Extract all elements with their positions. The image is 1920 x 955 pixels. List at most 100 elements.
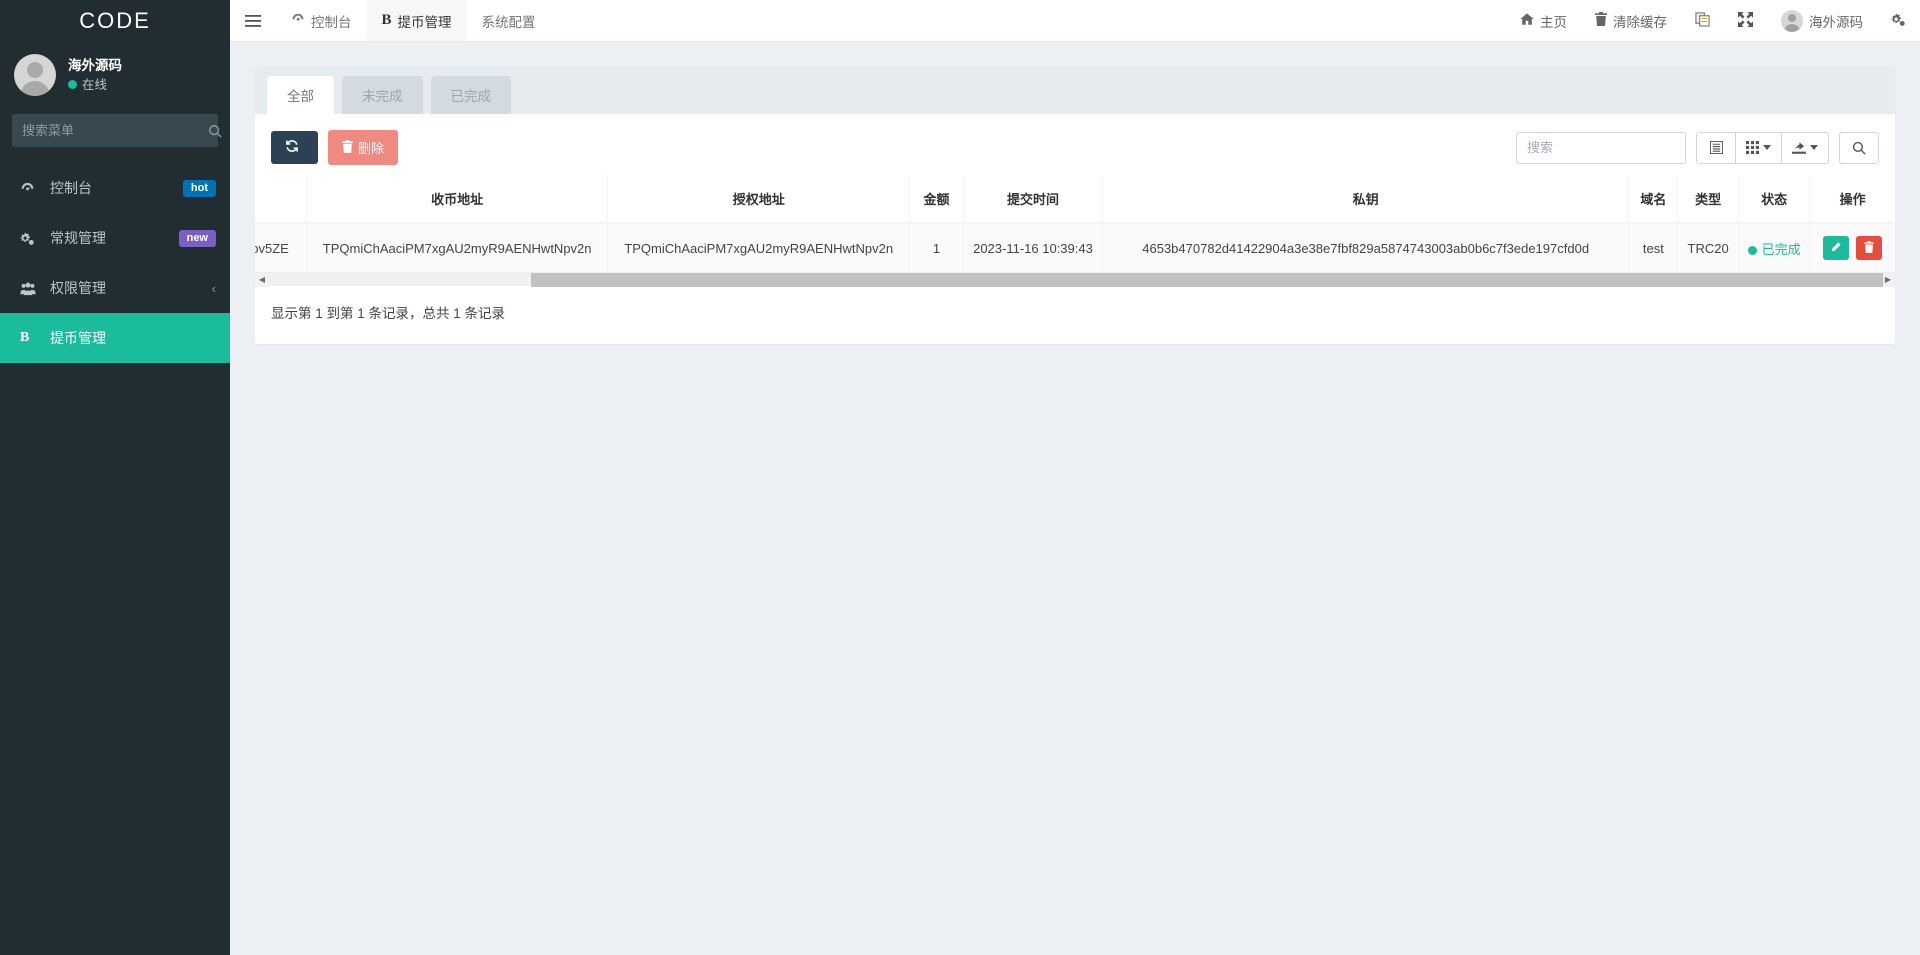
sidebar-item-label: 控制台 [50, 180, 92, 196]
sidebar-item-console[interactable]: 控制台 hot [0, 163, 230, 213]
export-icon[interactable] [1781, 131, 1829, 164]
sidebar-item-label: 提币管理 [50, 330, 106, 346]
user-panel[interactable]: 海外源码 在线 [0, 42, 230, 108]
col-type[interactable]: 类型 [1677, 175, 1739, 224]
tab-incomplete[interactable]: 未完成 [342, 76, 423, 114]
grid-icon[interactable] [1735, 131, 1782, 164]
brand-text: CODE [79, 8, 151, 33]
sidebar-item-label: 常规管理 [50, 230, 106, 246]
cell-amount: 1 [908, 222, 964, 272]
row-edit-button[interactable] [1822, 236, 1849, 260]
list-icon[interactable] [1696, 131, 1736, 164]
scrollbar-thumb[interactable] [531, 272, 1883, 287]
topbar-settings[interactable] [1877, 0, 1920, 41]
tab-complete[interactable]: 已完成 [430, 76, 511, 114]
horizontal-scrollbar[interactable]: ◀ ▶ [255, 272, 1895, 287]
topbar-fullscreen[interactable] [1724, 0, 1767, 41]
status-label: 已完成 [1761, 241, 1801, 257]
col-submit-time[interactable]: 提交时间 [963, 175, 1103, 224]
sidebar: CODE 海外源码 在线 搜索菜单 控制台 hot 常规管理 new 权限管理 … [0, 0, 230, 955]
row-delete-button[interactable] [1856, 236, 1883, 260]
search-icon[interactable] [208, 114, 222, 147]
col-domain[interactable]: 域名 [1628, 175, 1678, 224]
dashboard-icon [20, 181, 44, 196]
topbar-clear-cache-label: 清除缓存 [1613, 14, 1667, 30]
topbar-user[interactable]: 海外源码 [1767, 0, 1877, 41]
search-icon[interactable] [1839, 131, 1879, 164]
cell-submit-time: 2023-11-16 10:39:43 [963, 222, 1103, 272]
clone-icon [1695, 11, 1710, 30]
cell-first: MZSMbv5ZE [255, 222, 307, 272]
delete-button[interactable]: 删除 [328, 130, 399, 165]
users-icon [20, 281, 44, 296]
topbar: 控制台 B 提币管理 系统配置 主页 清除缓存 海外源码 [230, 0, 1920, 42]
gear-icon [1891, 12, 1906, 30]
topbar-clear-cache[interactable]: 清除缓存 [1581, 0, 1681, 41]
topbar-tab-label: 系统配置 [481, 14, 536, 30]
home-icon [1520, 12, 1534, 29]
content: 全部 未完成 已完成 删除 搜索 收币地址 授权地址 金额 提交时间 私钥 域名… [230, 42, 1920, 955]
table-row[interactable]: MZSMbv5ZE TPQmiChAaciPM7xgAU2myR9AENHwtN… [255, 222, 1895, 272]
pencil-icon [1830, 241, 1841, 256]
cell-domain: test [1628, 222, 1678, 272]
col-checkbox[interactable] [255, 175, 307, 224]
chevron-down-icon [1763, 145, 1771, 150]
chevron-down-icon [1810, 145, 1818, 150]
search-menu-input[interactable] [12, 123, 208, 138]
sidebar-item-withdraw[interactable]: B 提币管理 [0, 313, 230, 363]
table-toolbar: 删除 [255, 114, 1895, 175]
cell-receive-address: TPQmiChAaciPM7xgAU2myR9AENHwtNpv2n [305, 222, 608, 272]
sidebar-menu: 控制台 hot 常规管理 new 权限管理 ‹ B 提币管理 [0, 163, 230, 363]
sidebar-item-permission[interactable]: 权限管理 ‹ [0, 263, 230, 313]
table-scroll-container: 收币地址 授权地址 金额 提交时间 私钥 域名 类型 状态 操作 bv5ZE T… [255, 175, 1895, 272]
bitcoin-icon: B [381, 12, 392, 28]
bitcoin-icon: B [20, 330, 30, 345]
col-auth-address[interactable]: 授权地址 [607, 175, 910, 224]
cell-operation [1809, 222, 1895, 272]
topbar-tab-console[interactable]: 控制台 [276, 0, 367, 41]
topbar-home[interactable]: 主页 [1506, 0, 1581, 41]
brand[interactable]: CODE [0, 0, 230, 42]
user-name: 海外源码 [68, 58, 122, 74]
gears-icon [20, 231, 44, 246]
topbar-home-label: 主页 [1540, 14, 1567, 30]
fullscreen-icon [1738, 11, 1753, 30]
tab-all[interactable]: 全部 [267, 76, 334, 114]
topbar-tab-sysconfig[interactable]: 系统配置 [467, 0, 551, 41]
trash-icon [1864, 240, 1875, 256]
scroll-left-arrow-icon[interactable]: ◀ [255, 272, 269, 287]
topbar-tab-withdraw[interactable]: B 提币管理 [366, 0, 467, 41]
sidebar-item-label: 权限管理 [50, 280, 106, 296]
cell-private-key: 4653b470782d41422904a3e38e7fbf829a587474… [1101, 222, 1629, 272]
col-private-key[interactable]: 私钥 [1101, 175, 1629, 224]
status-badge: 已完成 [1747, 241, 1801, 257]
topbar-right: 主页 清除缓存 海外源码 [1506, 0, 1920, 41]
col-status[interactable]: 状态 [1737, 175, 1810, 224]
sidebar-item-general[interactable]: 常规管理 new [0, 213, 230, 263]
scroll-right-arrow-icon[interactable]: ▶ [1881, 272, 1895, 287]
user-info: 海外源码 在线 [68, 56, 122, 94]
avatar [14, 54, 56, 96]
withdraw-panel: 全部 未完成 已完成 删除 搜索 收币地址 授权地址 金额 提交时间 私钥 域名… [255, 66, 1895, 344]
dashboard-icon [291, 12, 305, 29]
main-area: 控制台 B 提币管理 系统配置 主页 清除缓存 海外源码 全部 未完成 已完成 … [230, 0, 1920, 955]
col-amount[interactable]: 金额 [908, 175, 964, 224]
user-status: 在线 [68, 76, 122, 94]
sidebar-search[interactable] [12, 114, 222, 147]
app-root: CODE 海外源码 在线 搜索菜单 控制台 hot 常规管理 new 权限管理 … [0, 0, 1920, 955]
scrollbar-track[interactable] [269, 272, 1883, 287]
table-view-buttons [1696, 131, 1829, 164]
table-header-row: 收币地址 授权地址 金额 提交时间 私钥 域名 类型 状态 操作 [255, 175, 1895, 224]
table-search-input[interactable] [1516, 131, 1686, 164]
refresh-button[interactable] [271, 131, 318, 164]
refresh-icon [285, 139, 299, 156]
hamburger-icon[interactable] [230, 0, 276, 41]
topbar-clone[interactable] [1681, 0, 1724, 41]
col-operation[interactable]: 操作 [1809, 175, 1895, 224]
trash-icon [1595, 12, 1607, 29]
avatar [1781, 9, 1803, 32]
cell-auth-address: TPQmiChAaciPM7xgAU2myR9AENHwtNpv2n [607, 222, 910, 272]
col-receive-address[interactable]: 收币地址 [305, 175, 608, 224]
table-footer: 显示第 1 到第 1 条记录，总共 1 条记录 [271, 306, 506, 321]
